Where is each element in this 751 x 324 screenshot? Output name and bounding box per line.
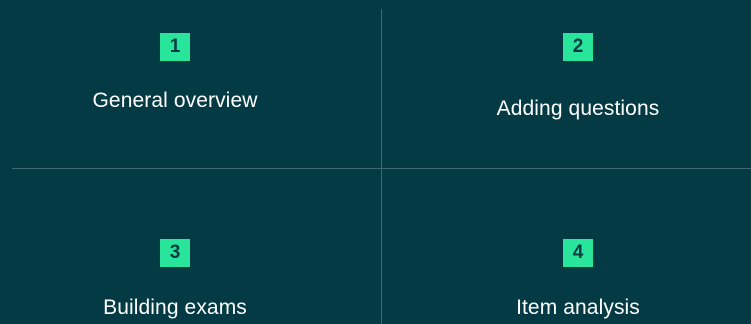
horizontal-divider (12, 168, 751, 169)
section-number-badge: 3 (160, 239, 190, 267)
section-item-analysis[interactable]: 4 Item analysis (415, 239, 741, 321)
section-number-badge: 2 (563, 33, 593, 61)
section-number-badge: 1 (160, 33, 190, 61)
vertical-divider (381, 9, 382, 324)
section-label: Adding questions (496, 97, 660, 120)
section-building-exams[interactable]: 3 Building exams (12, 239, 338, 321)
section-grid: 1 General overview 2 Adding questions 3 … (0, 0, 751, 324)
section-number-badge: 4 (563, 239, 593, 267)
section-label: Item analysis (516, 296, 640, 319)
section-adding-questions[interactable]: 2 Adding questions (415, 33, 741, 122)
section-general-overview[interactable]: 1 General overview (12, 33, 338, 114)
section-label: General overview (92, 89, 258, 112)
section-label: Building exams (103, 296, 247, 319)
